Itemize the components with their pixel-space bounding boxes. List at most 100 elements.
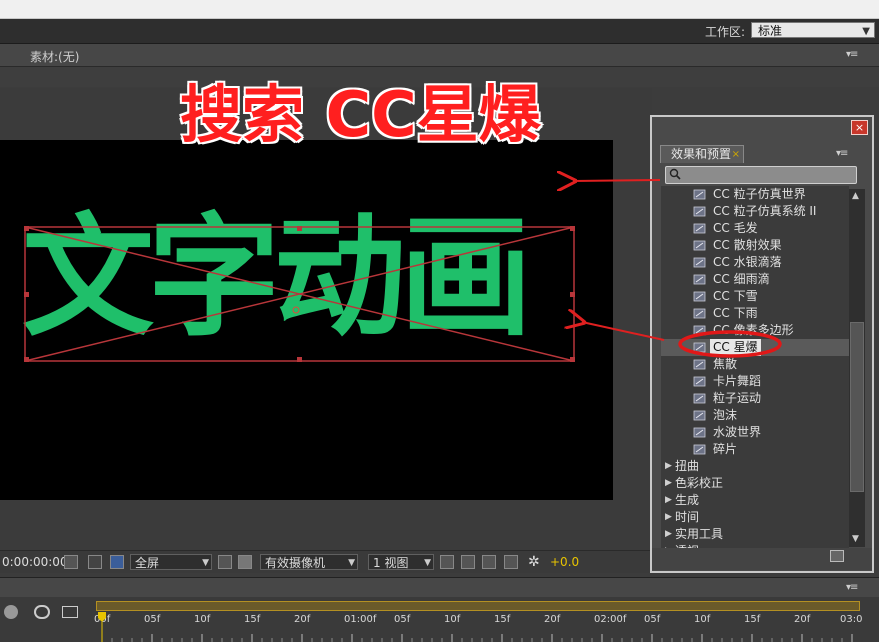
- work-area-bar[interactable]: [96, 601, 860, 611]
- effect-category[interactable]: ▶ 色彩校正: [661, 475, 849, 492]
- effect-label: CC 像素多边形: [713, 323, 794, 337]
- viewer-toolbar: 0:00:00:00 全屏 ▼ 有效摄像机 ▼ 1 视图 ▼ ✲ +0.0: [0, 550, 652, 573]
- effect-label: CC 粒子仿真世界: [713, 187, 806, 201]
- view-layout-select[interactable]: 1 视图 ▼: [368, 554, 434, 570]
- ruler-tick-label: 20f: [544, 614, 561, 625]
- effect-icon: [693, 257, 706, 268]
- zoom-resolution-select[interactable]: 全屏 ▼: [130, 554, 212, 570]
- source-tab[interactable]: 素材:(无): [30, 48, 79, 65]
- playhead-icon[interactable]: [98, 612, 106, 642]
- ruler-tick-label: 10f: [694, 614, 711, 625]
- graph-editor-icon[interactable]: [62, 606, 78, 618]
- panel-menu-icon[interactable]: ▾≡: [846, 582, 858, 593]
- region-of-interest-icon[interactable]: [218, 555, 232, 569]
- effect-label: 扭曲: [675, 459, 700, 473]
- tab-label: 效果和预置: [671, 147, 732, 161]
- effect-label: CC 星爆: [710, 339, 761, 356]
- effect-label: CC 粒子仿真系统 II: [713, 204, 817, 218]
- ruler-tick-label: 05f: [394, 614, 411, 625]
- scrollbar-thumb[interactable]: [850, 322, 864, 492]
- expand-triangle-icon[interactable]: ▶: [665, 458, 672, 475]
- show-snapshot-icon[interactable]: [88, 555, 102, 569]
- ruler-tick-label: 15f: [744, 614, 761, 625]
- search-icon: [669, 168, 681, 180]
- effect-label: 焦散: [713, 357, 738, 371]
- workspace-bar: 工作区: 标准 ▼: [0, 19, 879, 44]
- flowchart-icon[interactable]: [504, 555, 518, 569]
- motion-blur-icon[interactable]: [34, 605, 50, 619]
- effect-label: CC 水银滴落: [713, 255, 782, 269]
- effects-search-field[interactable]: [665, 166, 857, 184]
- effect-icon: [693, 189, 706, 200]
- new-preset-icon[interactable]: [830, 550, 844, 562]
- channel-rgb-icon[interactable]: [110, 555, 124, 569]
- scroll-down-icon[interactable]: ▼: [852, 534, 859, 544]
- panel-tab-bar: 素材:(无) ▾≡: [0, 44, 879, 67]
- effect-label: CC 散射效果: [713, 238, 782, 252]
- panel-menu-icon[interactable]: ▾≡: [836, 148, 848, 159]
- effect-item[interactable]: 焦散: [661, 356, 849, 373]
- transparency-grid-icon[interactable]: [238, 555, 252, 569]
- scroll-up-icon[interactable]: ▲: [852, 191, 859, 201]
- anchor-point-icon: [292, 306, 300, 314]
- effect-item[interactable]: CC 粒子仿真世界: [661, 186, 849, 203]
- exposure-reset-icon[interactable]: ✲: [528, 554, 544, 570]
- effect-category[interactable]: ▶ 生成: [661, 492, 849, 509]
- annotation-headline: 搜索 CC星爆: [179, 78, 543, 151]
- camera-view-select[interactable]: 有效摄像机 ▼: [260, 554, 358, 570]
- expand-triangle-icon[interactable]: ▶: [665, 509, 672, 526]
- effect-category[interactable]: ▶ 时间: [661, 509, 849, 526]
- tab-effects-presets[interactable]: 效果和预置 ×: [660, 145, 744, 163]
- effect-item[interactable]: CC 像素多边形: [661, 322, 849, 339]
- ruler-tick-label: 05f: [644, 614, 661, 625]
- ruler-tick-label: 15f: [244, 614, 261, 625]
- expand-triangle-icon[interactable]: ▶: [665, 475, 672, 492]
- effect-item[interactable]: CC 毛发: [661, 220, 849, 237]
- ruler-tick-label: 15f: [494, 614, 511, 625]
- effect-icon: [693, 206, 706, 217]
- effect-item[interactable]: 泡沫: [661, 407, 849, 424]
- fast-preview-icon[interactable]: [461, 555, 475, 569]
- effect-item[interactable]: 卡片舞蹈: [661, 373, 849, 390]
- effect-item[interactable]: 水波世界: [661, 424, 849, 441]
- effect-category[interactable]: ▶ 实用工具: [661, 526, 849, 543]
- ruler-tick-label: 02:00f: [594, 614, 627, 625]
- effect-item[interactable]: CC 散射效果: [661, 237, 849, 254]
- ruler-tick-label: 20f: [294, 614, 311, 625]
- close-icon[interactable]: ×: [732, 146, 740, 163]
- view-layout-value: 1 视图: [373, 556, 409, 570]
- zoom-resolution-value: 全屏: [135, 556, 160, 570]
- panel-menu-icon[interactable]: ▾≡: [846, 49, 858, 60]
- expand-triangle-icon[interactable]: ▶: [665, 526, 672, 543]
- camera-snapshot-icon[interactable]: [64, 555, 78, 569]
- effect-icon: [693, 427, 706, 438]
- effect-item[interactable]: 粒子运动: [661, 390, 849, 407]
- effect-label: 粒子运动: [713, 391, 762, 405]
- effect-icon: [693, 308, 706, 319]
- ruler-tick-label: 10f: [194, 614, 211, 625]
- effect-item[interactable]: CC 水银滴落: [661, 254, 849, 271]
- effect-item[interactable]: CC 星爆: [661, 339, 849, 356]
- effect-icon: [693, 223, 706, 234]
- effect-item[interactable]: CC 下雨: [661, 305, 849, 322]
- draft-3d-icon[interactable]: [4, 605, 18, 619]
- chevron-down-icon: ▼: [862, 26, 870, 37]
- effect-label: 泡沫: [713, 408, 738, 422]
- timeline-toggle-icon[interactable]: [482, 555, 496, 569]
- effect-item[interactable]: 碎片: [661, 441, 849, 458]
- close-button[interactable]: ×: [851, 120, 868, 135]
- effect-icon: [693, 325, 706, 336]
- effect-item[interactable]: CC 下雪: [661, 288, 849, 305]
- effects-search-input[interactable]: [682, 168, 852, 182]
- effect-item[interactable]: CC 细雨滴: [661, 271, 849, 288]
- effect-icon: [693, 359, 706, 370]
- effect-icon: [693, 274, 706, 285]
- pixel-aspect-icon[interactable]: [440, 555, 454, 569]
- workspace-select[interactable]: 标准 ▼: [751, 22, 875, 38]
- effect-item[interactable]: CC 粒子仿真系统 II: [661, 203, 849, 220]
- expand-triangle-icon[interactable]: ▶: [665, 492, 672, 509]
- effect-category[interactable]: ▶ 扭曲: [661, 458, 849, 475]
- exposure-value[interactable]: +0.0: [550, 554, 579, 570]
- layer-bounding-box[interactable]: [24, 226, 575, 362]
- timecode-display[interactable]: 0:00:00:00: [2, 554, 68, 570]
